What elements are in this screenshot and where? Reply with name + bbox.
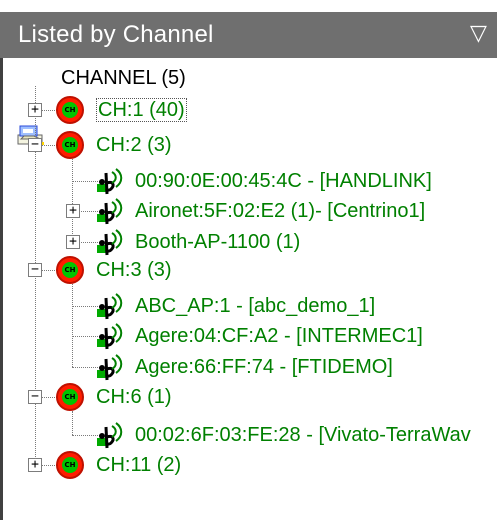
tree-item-label: CH:6 (1) [96, 386, 172, 408]
tree-item-ch2[interactable]: CH:2 (3) [96, 129, 172, 161]
tree-item-label: CH:1 (40) [96, 98, 187, 122]
channel-icon: CH [56, 96, 84, 124]
collapse-ch3-minus-box-icon[interactable]: − [28, 263, 42, 277]
access-point-icon [97, 168, 123, 195]
tree-item-label: CH:3 (3) [96, 259, 172, 281]
panel-menu-arrow-icon[interactable]: ▽ [470, 22, 487, 44]
panel-title-bar: Listed by Channel ▽ [0, 0, 497, 58]
channel-icon: CH [56, 256, 84, 284]
collapse-ch6-minus-box-icon[interactable]: − [28, 390, 42, 404]
tree-item-label: ABC_AP:1 - [abc_demo_1] [135, 295, 376, 317]
tree-vertical-connector [72, 411, 73, 435]
tree-item-label: Agere:04:CF:A2 - [INTERMEC1] [135, 325, 423, 347]
tree-item-access-point[interactable]: 00:90:0E:00:45:4C - [HANDLINK] [135, 165, 432, 197]
expand-ch1-plus-box-icon[interactable]: + [28, 103, 42, 117]
tree-vertical-connector [72, 284, 73, 367]
tree-item-label: Aironet:5F:02:E2 (1)- [Centrino1] [135, 200, 426, 222]
tree-item-access-point[interactable]: ABC_AP:1 - [abc_demo_1] [135, 290, 375, 322]
tree-vertical-connector [72, 159, 73, 242]
tree-item-label: Booth-AP-1100 (1) [135, 231, 301, 253]
tree-root-channel-row[interactable]: CHANNEL (5) [61, 62, 186, 94]
tree-item-ch1[interactable]: CH:1 (40) [96, 94, 187, 126]
access-point-icon [97, 229, 123, 256]
tree-item-ch6[interactable]: CH:6 (1) [96, 381, 172, 413]
tree-root-label: CHANNEL (5) [61, 67, 186, 89]
tree-item-label: CH:11 (2) [96, 454, 182, 476]
expand-aironet-plus-box-icon[interactable]: + [66, 204, 80, 218]
access-point-icon [97, 354, 123, 381]
access-point-icon [97, 198, 123, 225]
access-point-icon [97, 293, 123, 320]
tree-item-access-point[interactable]: 00:02:6F:03:FE:28 - [Vivato-TerraWav [135, 419, 471, 451]
channel-icon: CH [56, 131, 84, 159]
channel-tree[interactable]: CHANNEL (5) + CH CH:1 (40) − CH CH:2 (3) [0, 58, 497, 520]
access-point-icon [97, 323, 123, 350]
tree-item-label: Agere:66:FF:74 - [FTIDEMO] [135, 356, 393, 378]
expand-booth-ap-plus-box-icon[interactable]: + [66, 235, 80, 249]
tree-item-label: 00:90:0E:00:45:4C - [HANDLINK] [135, 170, 432, 192]
tree-item-ch3[interactable]: CH:3 (3) [96, 254, 172, 286]
collapse-ch2-minus-box-icon[interactable]: − [28, 138, 42, 152]
expand-ch11-plus-box-icon[interactable]: + [28, 458, 42, 472]
channel-tree-panel: Listed by Channel ▽ CHANNEL (5) + CH CH:… [0, 0, 497, 520]
tree-item-access-point[interactable]: Agere:66:FF:74 - [FTIDEMO] [135, 351, 393, 383]
tree-item-ch11[interactable]: CH:11 (2) [96, 449, 181, 481]
panel-title: Listed by Channel [18, 21, 214, 48]
tree-item-access-point[interactable]: Agere:04:CF:A2 - [INTERMEC1] [135, 320, 423, 352]
tree-item-access-point[interactable]: Aironet:5F:02:E2 (1)- [Centrino1] [135, 195, 425, 227]
channel-icon: CH [56, 383, 84, 411]
tree-item-label: CH:2 (3) [96, 134, 172, 156]
access-point-icon [97, 422, 123, 449]
tree-item-label: 00:02:6F:03:FE:28 - [Vivato-TerraWav [135, 424, 471, 446]
channel-icon: CH [56, 451, 84, 479]
